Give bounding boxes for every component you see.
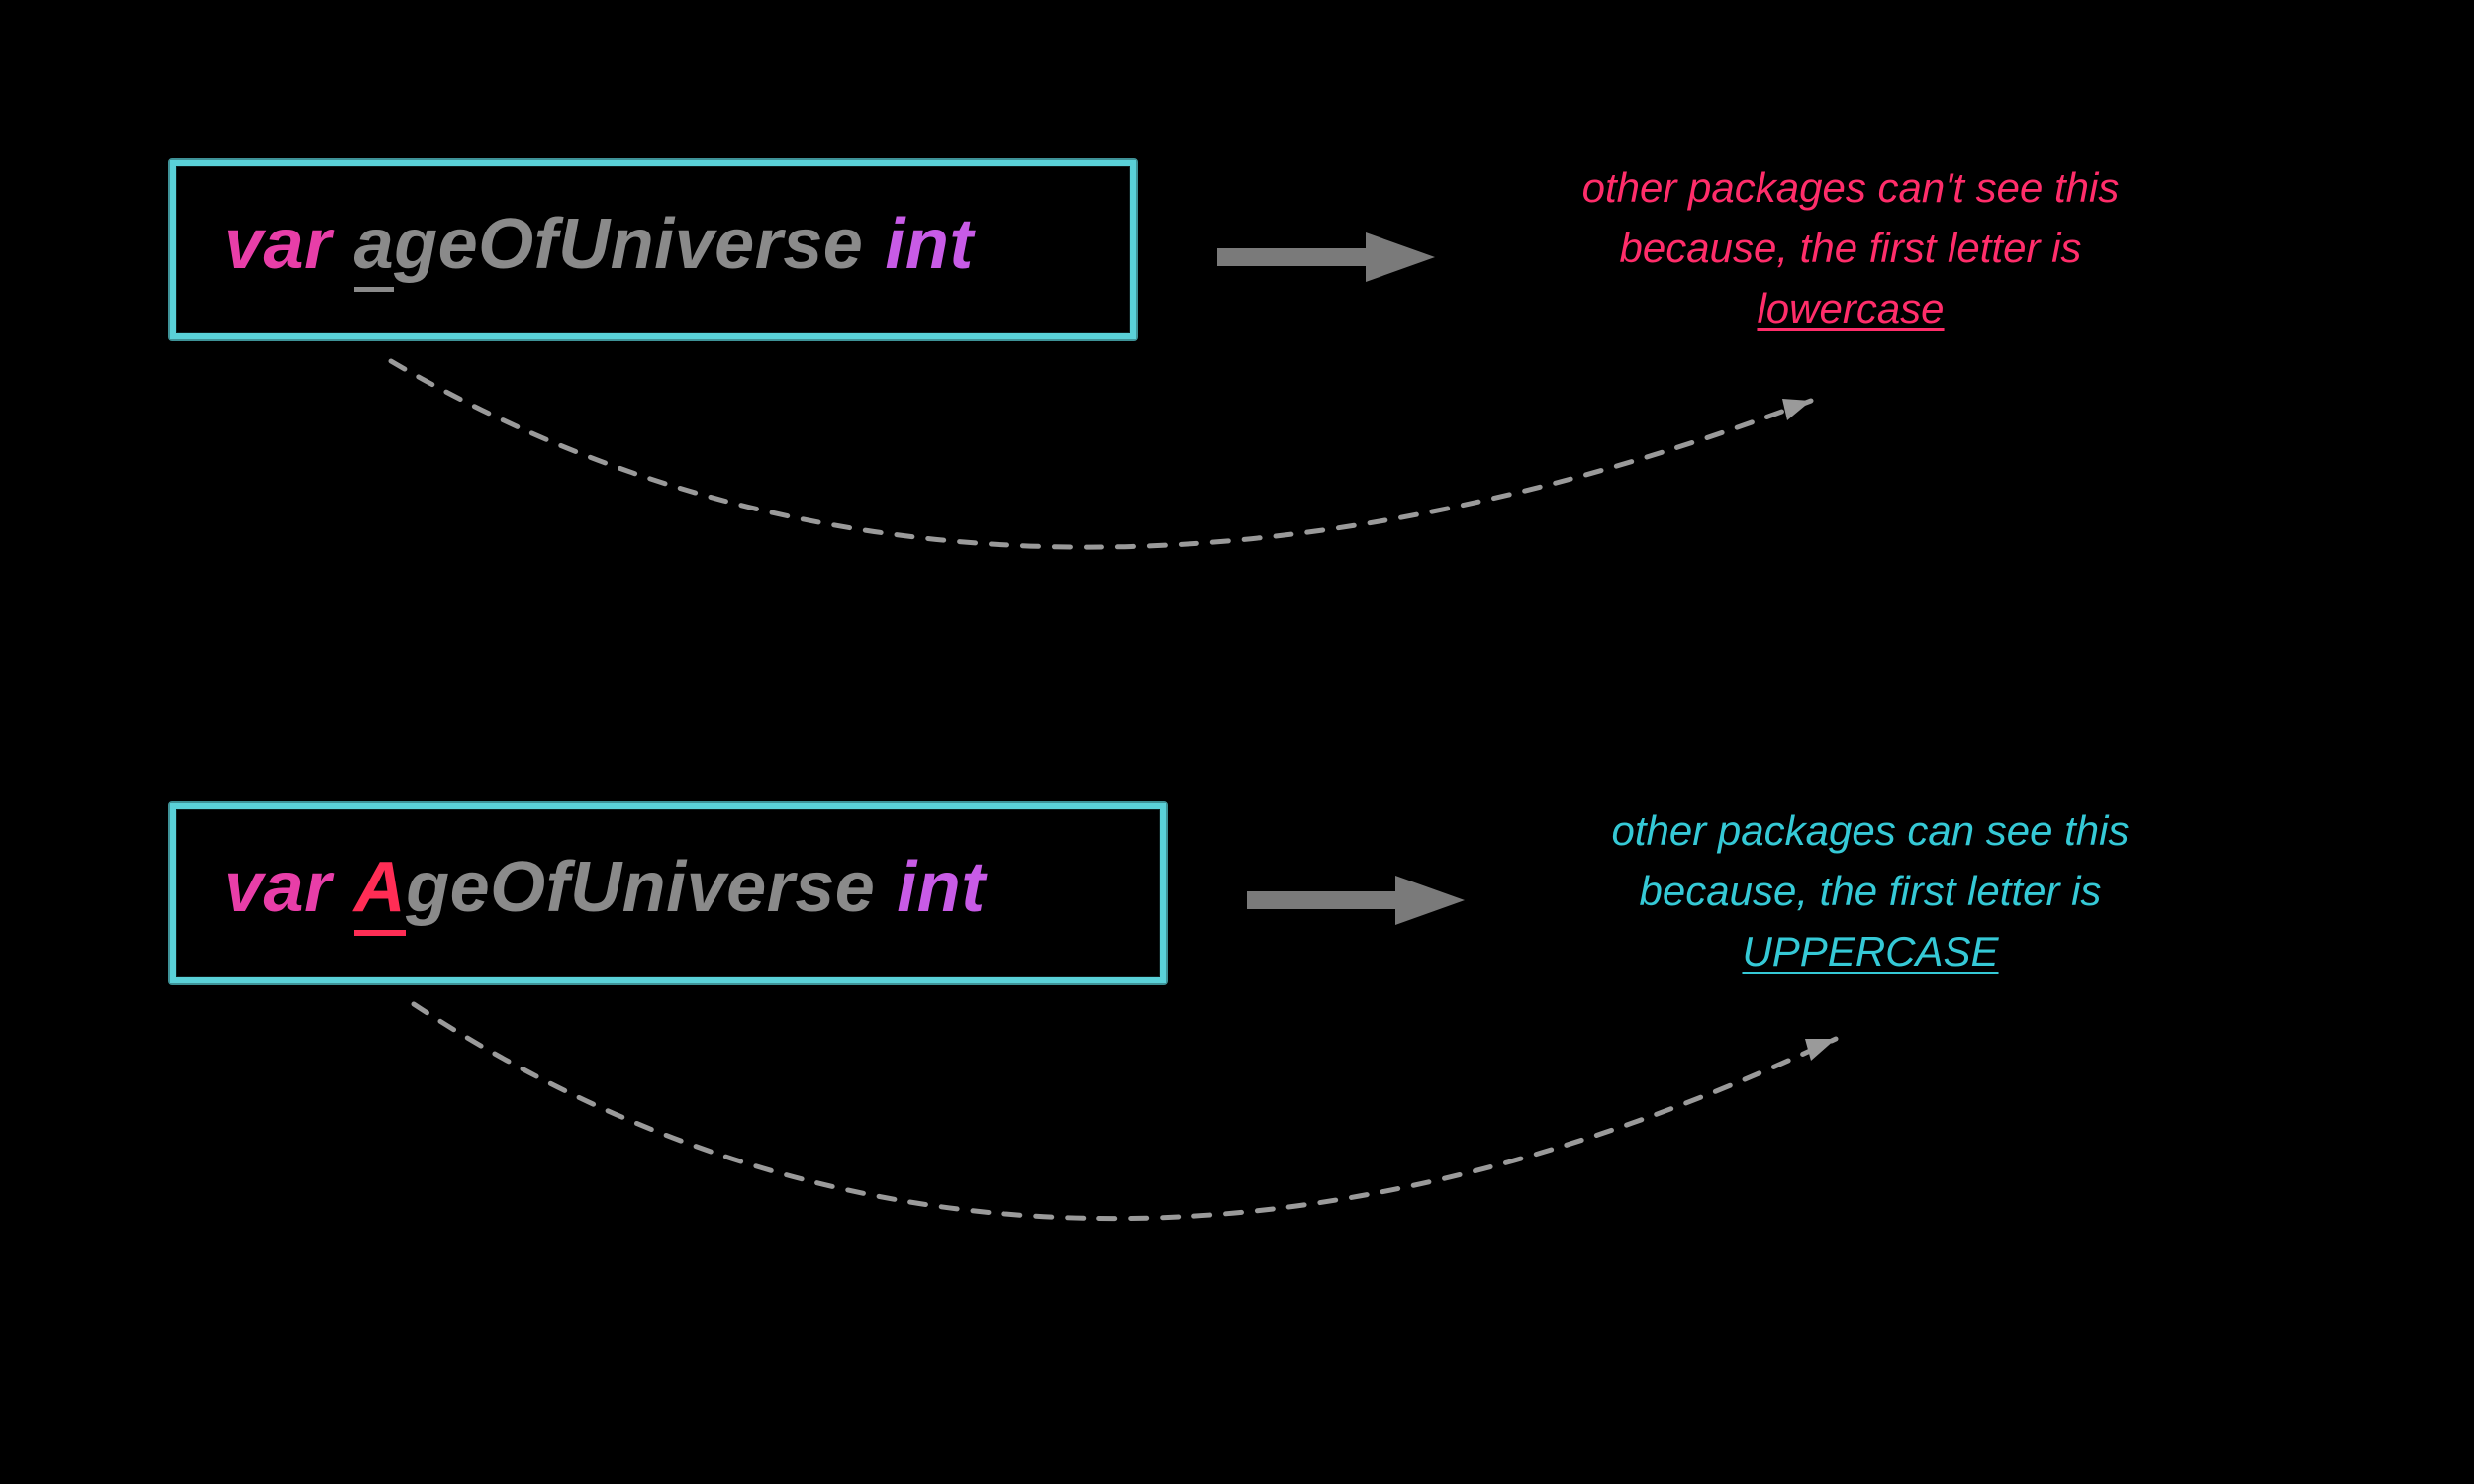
dashed-curve-bottom-icon [0, 0, 2474, 1484]
diagram-stage: var a geOfUniverse int other packages ca… [0, 0, 2474, 1484]
